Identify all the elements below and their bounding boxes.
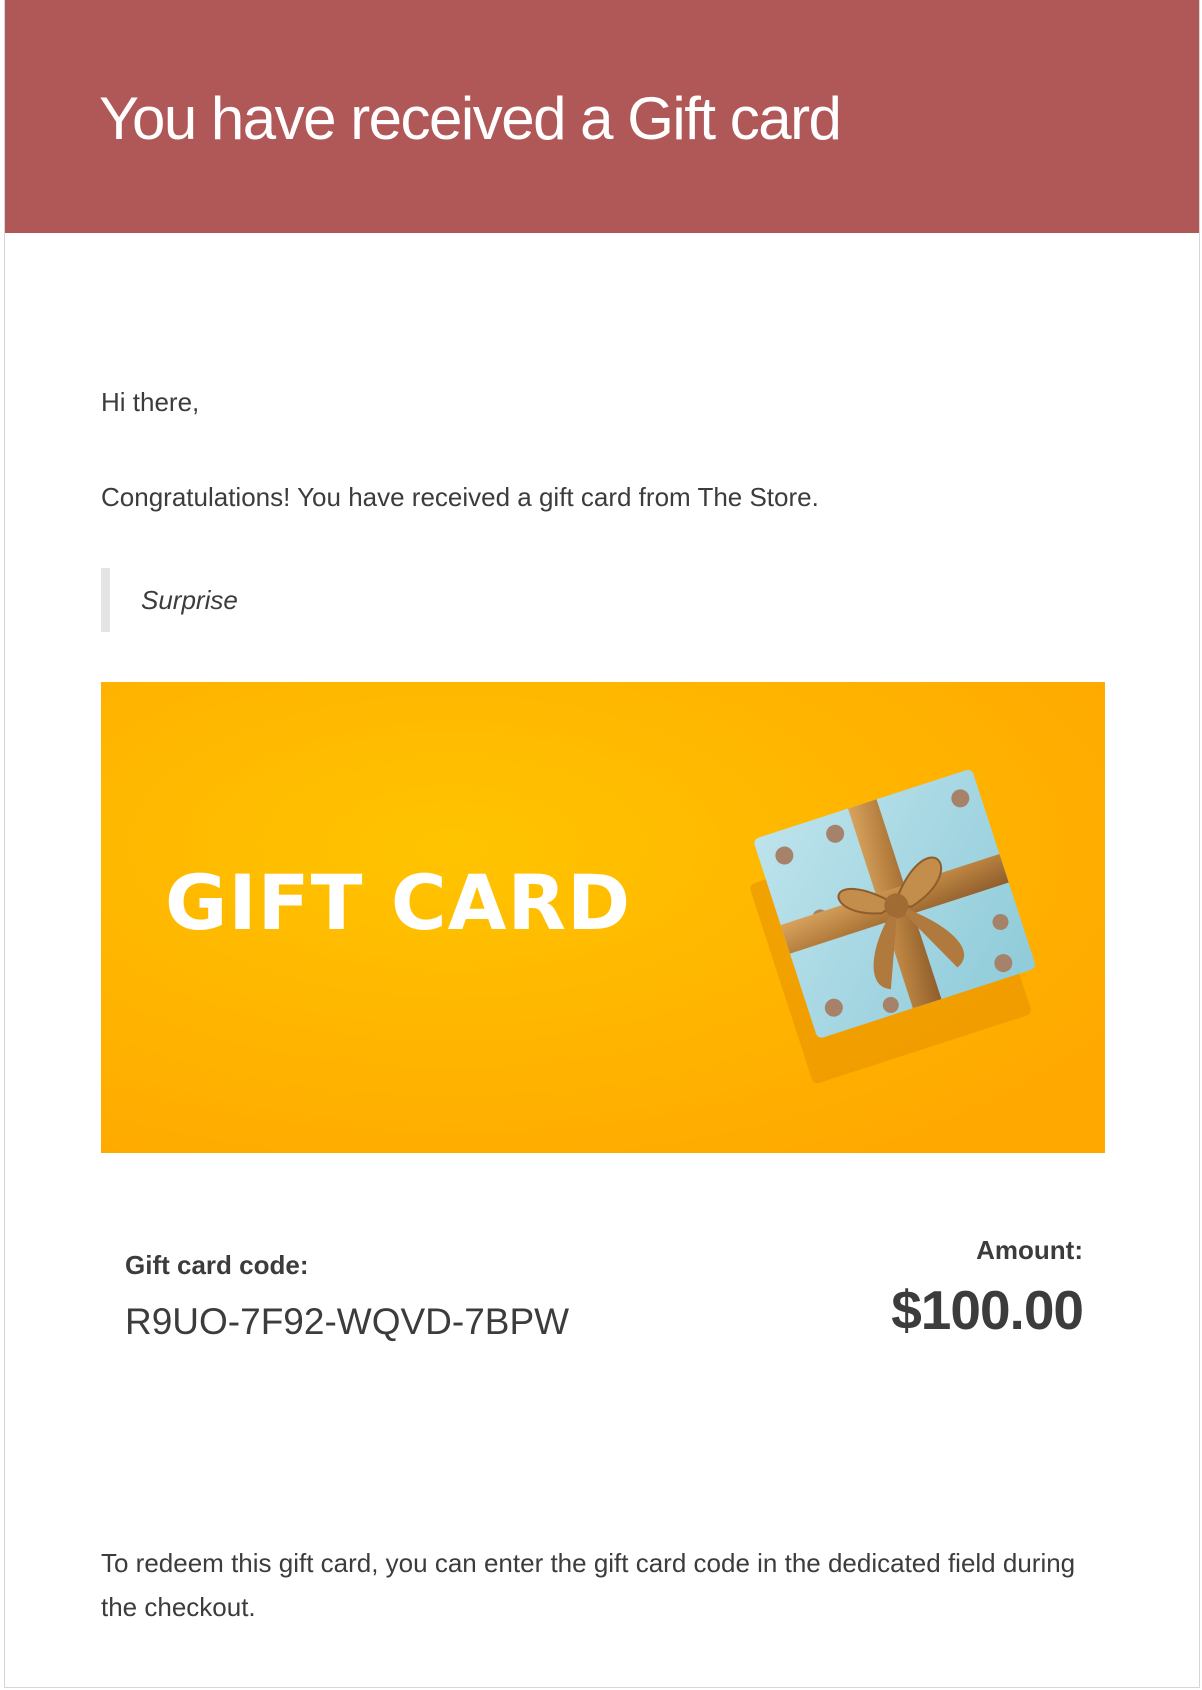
gift-image-text: GIFT CARD: [165, 858, 631, 947]
email-header: You have received a Gift card: [5, 0, 1199, 233]
gift-card-image: GIFT CARD: [101, 682, 1105, 1153]
gift-card-code-label: Gift card code:: [125, 1250, 309, 1280]
email-card: You have received a Gift card Hi there, …: [4, 0, 1200, 1688]
gift-card-code: R9UO-7F92-WQVD-7BPW: [125, 1301, 570, 1342]
intro-text: Congratulations! You have received a gif…: [101, 482, 819, 512]
amount-label: Amount:: [976, 1235, 1083, 1265]
redeem-instructions: To redeem this gift card, you can enter …: [101, 1548, 1076, 1622]
email-title: You have received a Gift card: [99, 85, 842, 152]
gift-message-quote: Surprise: [101, 568, 701, 632]
amount-value: $100.00: [891, 1279, 1084, 1341]
greeting-text: Hi there,: [101, 387, 200, 417]
gift-message-text: Surprise: [141, 585, 238, 615]
